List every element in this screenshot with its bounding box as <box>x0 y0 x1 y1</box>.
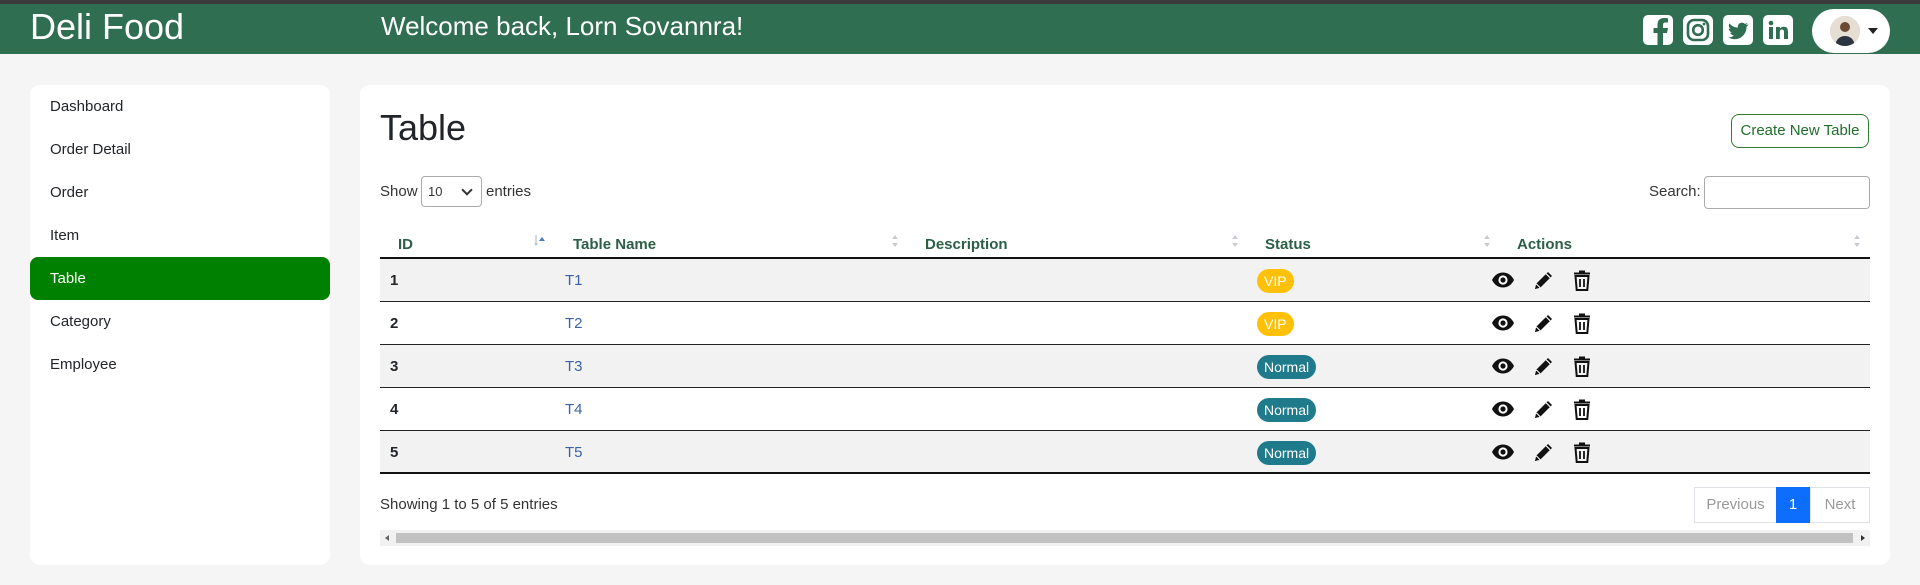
pencil-icon[interactable] <box>1532 440 1556 464</box>
sort-icon[interactable] <box>1480 231 1492 251</box>
status-badge: Normal <box>1257 355 1317 379</box>
search-input[interactable] <box>1704 176 1870 209</box>
trash-icon[interactable] <box>1570 397 1594 421</box>
user-avatar <box>1830 16 1860 46</box>
eye-icon[interactable] <box>1491 397 1515 421</box>
cell-id: 2 <box>390 315 399 332</box>
page-title: Table <box>380 107 467 148</box>
sort-icon[interactable] <box>1850 231 1862 251</box>
create-new-table-button[interactable]: Create New Table <box>1731 114 1869 148</box>
pagination-page-1[interactable]: 1 <box>1776 487 1810 523</box>
page-length-select[interactable]: 10 <box>421 176 482 207</box>
cell-table-name[interactable]: T5 <box>565 431 583 474</box>
twitter-icon[interactable] <box>1722 14 1754 46</box>
eye-icon[interactable] <box>1491 311 1515 335</box>
table-row: 3 T3 Normal <box>380 345 1870 388</box>
table-row: 1 T1 VIP <box>380 259 1870 302</box>
sort-icon[interactable] <box>888 231 900 251</box>
pagination-next[interactable]: Next <box>1810 487 1870 523</box>
table-bottom-border <box>380 472 1870 474</box>
page-length-value: 10 <box>428 184 443 199</box>
table-row: 2 T2 VIP <box>380 302 1870 345</box>
table-row: 5 T5 Normal <box>380 431 1870 474</box>
search-label: Search: <box>1649 183 1701 200</box>
sidebar-item-order-detail[interactable]: Order Detail <box>30 128 330 171</box>
status-badge: Normal <box>1257 398 1317 422</box>
status-badge: VIP <box>1257 312 1294 336</box>
instagram-icon[interactable] <box>1682 14 1714 46</box>
scroll-left-icon[interactable] <box>385 535 389 541</box>
horizontal-scrollbar[interactable] <box>380 530 1870 546</box>
facebook-icon[interactable] <box>1642 14 1674 46</box>
eye-icon[interactable] <box>1491 440 1515 464</box>
user-menu-button[interactable] <box>1812 9 1890 53</box>
scrollbar-thumb[interactable] <box>396 533 1853 543</box>
cell-table-name[interactable]: T4 <box>565 388 583 431</box>
cell-table-name[interactable]: T3 <box>565 345 583 388</box>
eye-icon[interactable] <box>1491 354 1515 378</box>
chevron-down-icon <box>1868 28 1878 34</box>
trash-icon[interactable] <box>1570 311 1594 335</box>
sidebar: Dashboard Order Detail Order Item Table … <box>30 85 330 565</box>
pencil-icon[interactable] <box>1532 268 1556 292</box>
sidebar-item-dashboard[interactable]: Dashboard <box>30 85 330 128</box>
pencil-icon[interactable] <box>1532 354 1556 378</box>
table-info: Showing 1 to 5 of 5 entries <box>380 496 558 513</box>
cell-table-name[interactable]: T1 <box>565 259 583 302</box>
sort-icon[interactable] <box>1228 231 1240 251</box>
cell-id: 1 <box>390 272 399 289</box>
trash-icon[interactable] <box>1570 354 1594 378</box>
cell-id: 5 <box>390 444 399 461</box>
status-badge: VIP <box>1257 269 1294 293</box>
pagination-previous[interactable]: Previous <box>1694 487 1777 523</box>
entries-label: entries <box>486 183 532 200</box>
brand-logo[interactable]: Deli Food <box>30 5 184 49</box>
trash-icon[interactable] <box>1570 440 1594 464</box>
sidebar-item-table[interactable]: Table <box>30 257 330 300</box>
table-row: 4 T4 Normal <box>380 388 1870 431</box>
pencil-icon[interactable] <box>1532 397 1556 421</box>
sort-ascending-icon[interactable] <box>533 231 545 251</box>
welcome-message: Welcome back, Lorn Sovannra! <box>381 11 744 41</box>
pencil-icon[interactable] <box>1532 311 1556 335</box>
top-navbar: Deli Food Welcome back, Lorn Sovannra! <box>0 4 1920 54</box>
cell-id: 4 <box>390 401 399 418</box>
sidebar-item-employee[interactable]: Employee <box>30 343 330 386</box>
scroll-right-icon[interactable] <box>1861 535 1865 541</box>
sidebar-item-item[interactable]: Item <box>30 214 330 257</box>
cell-table-name[interactable]: T2 <box>565 302 583 345</box>
trash-icon[interactable] <box>1570 268 1594 292</box>
eye-icon[interactable] <box>1491 268 1515 292</box>
status-badge: Normal <box>1257 441 1317 465</box>
chevron-down-icon <box>461 184 473 196</box>
cell-id: 3 <box>390 358 399 375</box>
main-panel: Table Create New Table Show 10 entries S… <box>360 85 1890 565</box>
linkedin-icon[interactable] <box>1762 14 1794 46</box>
sidebar-item-order[interactable]: Order <box>30 171 330 214</box>
sidebar-item-category[interactable]: Category <box>30 300 330 343</box>
show-label: Show <box>380 183 418 200</box>
